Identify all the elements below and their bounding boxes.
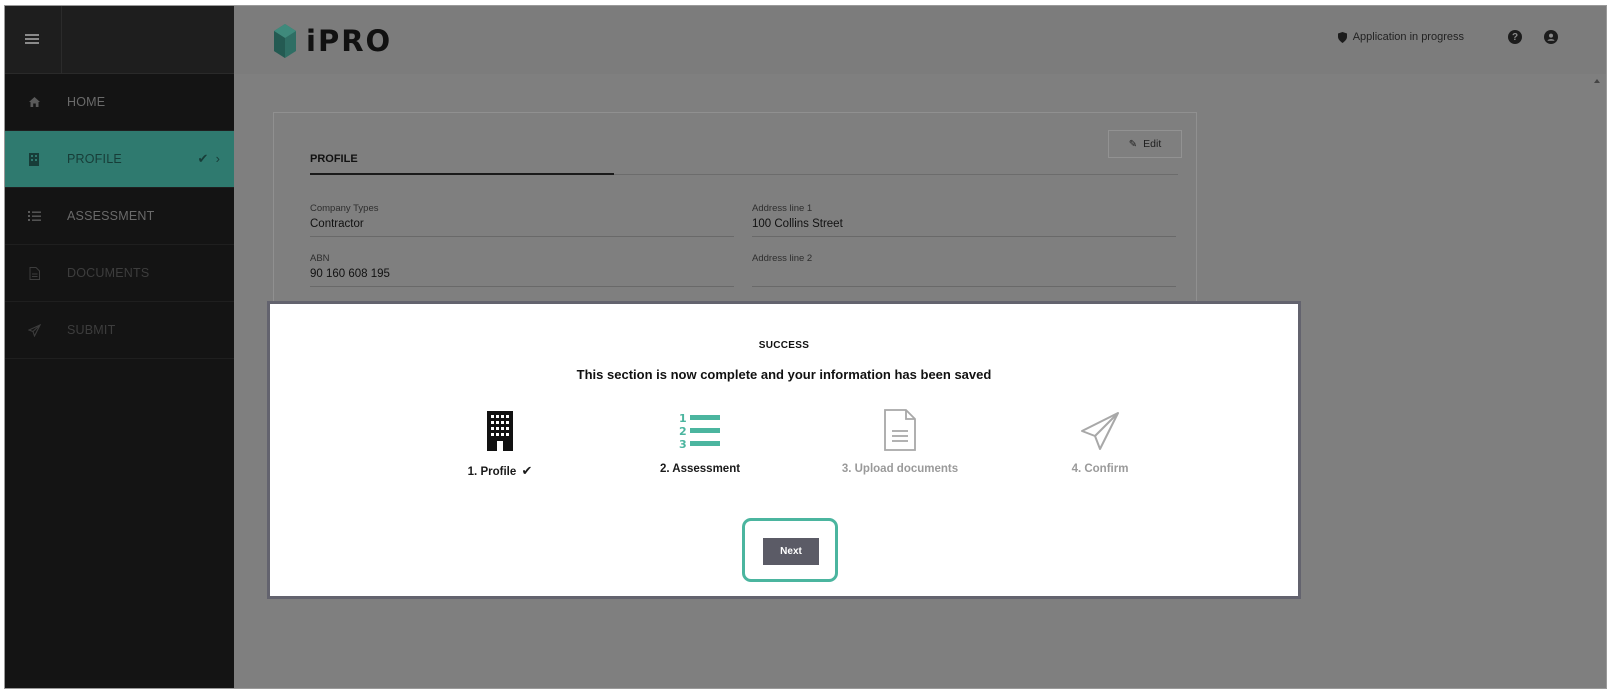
svg-text:3: 3 — [679, 438, 687, 451]
document-icon — [27, 266, 41, 280]
user-account-icon[interactable] — [1544, 30, 1558, 44]
field-value[interactable]: Contractor — [310, 218, 734, 234]
success-modal: SUCCESS This section is now complete and… — [267, 301, 1301, 599]
status-indicator: Application in progress — [1337, 31, 1464, 43]
field-label: Address line 1 — [752, 203, 813, 214]
sidebar-item-home[interactable]: HOME — [5, 74, 234, 131]
next-button[interactable]: Next — [763, 538, 819, 565]
scrollbar-up-arrow[interactable] — [1594, 79, 1600, 83]
sidebar-item-label: HOME — [67, 95, 106, 109]
tab-profile[interactable]: PROFILE — [310, 153, 358, 165]
brand-name: iPRO — [306, 24, 393, 58]
step-label: 1. Profile ✔ — [420, 463, 580, 479]
logo-mark-icon — [274, 24, 296, 58]
check-chevron-icon: ✔ › — [197, 151, 220, 166]
header-actions: Application in progress ? — [1337, 30, 1558, 44]
step-label: 4. Confirm — [1071, 463, 1129, 475]
sidebar-item-label: PROFILE — [67, 152, 122, 166]
field-label: ABN — [310, 253, 330, 264]
paper-plane-icon — [27, 323, 41, 337]
sidebar-item-profile[interactable]: PROFILE ✔ › — [5, 131, 234, 188]
building-icon — [420, 407, 580, 451]
modal-heading: SUCCESS — [758, 340, 810, 351]
shield-icon — [1337, 31, 1347, 43]
step-upload-documents: 3. Upload documents — [820, 407, 980, 475]
field-value[interactable]: 100 Collins Street — [752, 218, 1176, 234]
checkmark-icon: ✔ — [521, 463, 533, 478]
sidebar-item-label: DOCUMENTS — [67, 266, 150, 280]
step-assessment: 1 2 3 2. Assessment — [620, 407, 780, 475]
help-icon[interactable]: ? — [1508, 30, 1522, 44]
next-button-highlight: Next — [742, 518, 838, 582]
app-window: HOME PROFILE ✔ › ASSESSMENT DOCUMENTS SU… — [4, 5, 1607, 689]
edit-button-label: Edit — [1143, 138, 1162, 150]
sidebar-header — [5, 6, 234, 74]
step-label-text: 1. Profile — [467, 466, 517, 478]
field-underline — [310, 236, 734, 237]
status-text: Application in progress — [1352, 31, 1464, 43]
list-icon — [27, 209, 41, 223]
building-icon — [27, 152, 41, 166]
field-value[interactable]: 90 160 608 195 — [310, 268, 734, 284]
home-icon — [27, 95, 41, 109]
user-silhouette-icon — [1547, 33, 1555, 41]
document-icon — [820, 407, 980, 451]
svg-text:2: 2 — [679, 425, 687, 438]
sidebar: HOME PROFILE ✔ › ASSESSMENT DOCUMENTS SU… — [5, 6, 234, 688]
sidebar-header-divider — [61, 6, 62, 74]
svg-text:1: 1 — [679, 412, 687, 425]
profile-card: PROFILE ✎ Edit Company Types Contractor … — [273, 112, 1197, 312]
sidebar-item-assessment[interactable]: ASSESSMENT — [5, 188, 234, 245]
sidebar-item-label: SUBMIT — [67, 323, 116, 337]
sidebar-item-submit[interactable]: SUBMIT — [5, 302, 234, 359]
brand-logo[interactable]: iPRO — [274, 24, 392, 58]
edit-pencil-icon: ✎ — [1128, 138, 1138, 150]
paper-plane-icon — [1020, 407, 1180, 451]
step-confirm: 4. Confirm — [1020, 407, 1180, 475]
step-label: 3. Upload documents — [841, 463, 959, 475]
field-address-line-2: Address line 2 — [752, 253, 1176, 287]
field-underline — [310, 286, 734, 287]
step-profile: 1. Profile ✔ — [420, 407, 580, 479]
top-bar: iPRO Application in progress ? — [234, 6, 1606, 74]
numbered-list-icon: 1 2 3 — [620, 407, 780, 451]
field-underline — [752, 286, 1176, 287]
hamburger-menu-icon[interactable] — [25, 34, 39, 44]
edit-button[interactable]: ✎ Edit — [1108, 130, 1182, 158]
field-label: Company Types — [310, 203, 379, 214]
step-label: 2. Assessment — [659, 463, 741, 475]
field-address-line-1: Address line 1 100 Collins Street — [752, 203, 1176, 237]
sidebar-item-label: ASSESSMENT — [67, 209, 155, 223]
field-company-types: Company Types Contractor — [310, 203, 734, 237]
modal-message: This section is now complete and your in… — [576, 367, 992, 382]
tab-active-indicator — [310, 173, 614, 175]
field-value[interactable] — [752, 268, 1176, 284]
field-label: Address line 2 — [752, 253, 813, 264]
field-abn: ABN 90 160 608 195 — [310, 253, 734, 287]
field-underline — [752, 236, 1176, 237]
help-glyph: ? — [1511, 31, 1519, 43]
sidebar-item-documents[interactable]: DOCUMENTS — [5, 245, 234, 302]
